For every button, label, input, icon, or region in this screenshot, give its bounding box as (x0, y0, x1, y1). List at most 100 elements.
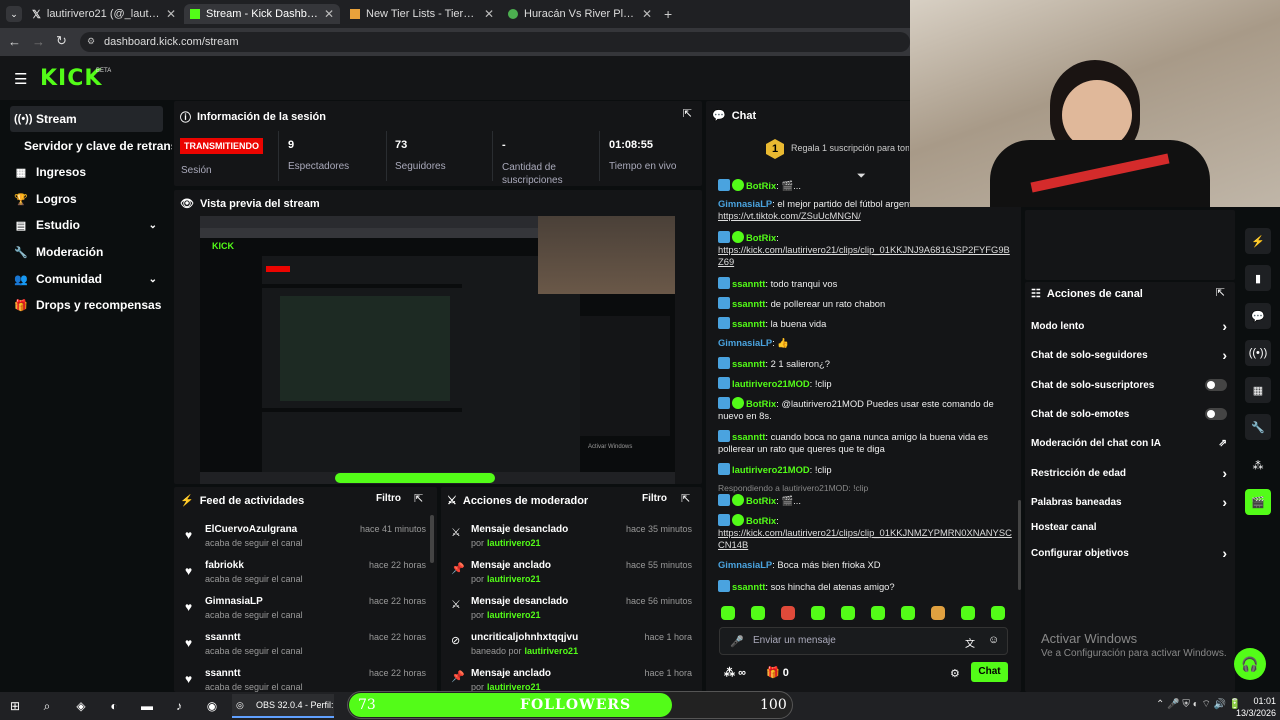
activity-filter-button[interactable]: Filtro (376, 493, 401, 504)
mod-action-user[interactable]: lautirivero21 (487, 574, 541, 584)
chat-username[interactable]: ssanntt (732, 581, 765, 592)
sidebar-item-stream[interactable]: ((•)) Stream (10, 106, 163, 132)
channel-action-row[interactable]: Moderación del chat con IA ⇗ (1031, 434, 1227, 452)
tiktok-icon[interactable]: ♪ (168, 696, 190, 716)
chat-username[interactable]: ssanntt (732, 358, 765, 369)
chat-username[interactable]: GimnasiaLP (718, 559, 772, 570)
quick-action-points[interactable]: ⁂ (1245, 452, 1271, 478)
support-headset-button[interactable]: 🎧 (1234, 648, 1266, 680)
translate-icon[interactable]: 文 (965, 635, 975, 650)
tab-kick-dashboard[interactable]: Stream - Kick Dashboard ✕ (184, 4, 340, 24)
sidebar-item-server-key[interactable]: Servidor y clave de retransm (20, 133, 172, 159)
kick-logo[interactable]: KICK (40, 66, 102, 91)
channel-action-row[interactable]: Chat de solo-suscriptores (1031, 376, 1227, 394)
search-icon[interactable]: ⌕ (36, 696, 58, 716)
close-icon[interactable]: ✕ (166, 7, 176, 21)
quick-action-bolt[interactable]: ⚡ (1245, 228, 1271, 254)
chat-username[interactable]: BotRix (746, 232, 776, 243)
channel-action-row[interactable]: Hostear canal (1031, 518, 1227, 536)
emote-icon[interactable] (931, 606, 945, 620)
site-info-icon[interactable]: ⚙ (87, 36, 95, 47)
quick-action-clip[interactable]: 🎬 (1245, 489, 1271, 515)
emoji-icon[interactable]: ☺ (988, 634, 999, 646)
toggle-switch[interactable] (1205, 379, 1227, 391)
close-icon[interactable]: ✕ (642, 7, 652, 21)
emote-icon[interactable] (841, 606, 855, 620)
channel-points[interactable]: ⁂ ∞ (724, 666, 746, 679)
popout-icon[interactable]: ⇱ (681, 492, 690, 505)
send-chat-button[interactable]: Chat (971, 662, 1008, 682)
quick-action-stream[interactable]: ((•)) (1245, 340, 1271, 366)
chat-username[interactable]: ssanntt (732, 298, 765, 309)
sidebar-item-moderacion[interactable]: 🔧 Moderación (10, 239, 163, 265)
gift-counter[interactable]: 🎁 0 (766, 666, 789, 679)
toggle-switch[interactable] (1205, 408, 1227, 420)
reload-icon[interactable]: ↻ (56, 33, 67, 49)
mic-icon[interactable]: 🎤 (730, 635, 744, 648)
chat-input[interactable]: 🎤 Enviar un mensaje 文 ☺ (719, 627, 1008, 655)
url-field[interactable]: dashboard.kick.com/stream (80, 32, 910, 52)
chat-username[interactable]: BotRix (746, 180, 776, 191)
chat-username[interactable]: ssanntt (732, 278, 765, 289)
quick-action-notes[interactable]: ▮ (1245, 265, 1271, 291)
file-explorer-icon[interactable]: ▬ (136, 696, 158, 716)
emote-icon[interactable] (811, 606, 825, 620)
emote-icon[interactable] (901, 606, 915, 620)
clock-time[interactable]: 01:01 (1236, 696, 1276, 706)
chat-username[interactable]: GimnasiaLP (718, 198, 772, 209)
sidebar-item-comunidad[interactable]: 👥 Comunidad ⌄ (10, 266, 163, 292)
channel-action-row[interactable]: Modo lento › (1031, 317, 1227, 335)
emote-icon[interactable] (781, 606, 795, 620)
tab-tiermaker[interactable]: New Tier Lists - TierMaker✕ (344, 4, 500, 24)
stream-preview-video[interactable]: KICK Activar Windows (200, 216, 675, 484)
channel-action-row[interactable]: Chat de solo-emotes (1031, 405, 1227, 423)
channel-action-row[interactable]: Configurar objetivos › (1031, 544, 1227, 562)
scrollbar[interactable] (430, 515, 434, 563)
chat-link[interactable]: https://kick.com/lautirivero21/clips/cli… (718, 527, 1012, 550)
chat-username[interactable]: BotRix (746, 495, 776, 506)
channel-action-row[interactable]: Restricción de edad › (1031, 464, 1227, 482)
tab-search-icon[interactable]: ⌄ (6, 6, 22, 22)
channel-action-row[interactable]: Chat de solo-seguidores › (1031, 346, 1227, 364)
mod-action-user[interactable]: lautirivero21 (525, 646, 579, 656)
quick-action-layout[interactable]: ▦ (1245, 377, 1271, 403)
back-icon[interactable]: ← (8, 34, 21, 49)
chat-scrollbar[interactable] (1018, 500, 1021, 590)
chat-username[interactable]: BotRix (746, 515, 776, 526)
channel-action-row[interactable]: Palabras baneadas › (1031, 493, 1227, 511)
chat-username[interactable]: BotRix (746, 398, 776, 409)
clock-date[interactable]: 13/3/2026 (1226, 708, 1276, 718)
chrome-icon[interactable]: ◉ (201, 696, 223, 716)
sidebar-item-ingresos[interactable]: ▦ Ingresos (10, 159, 163, 185)
chat-username[interactable]: ssanntt (732, 431, 765, 442)
popout-icon[interactable]: ⇱ (683, 107, 692, 120)
sidebar-item-estudio[interactable]: ▤ Estudio ⌄ (10, 212, 163, 238)
chat-link[interactable]: https://vt.tiktok.com/ZSuUcMNGN/ (718, 210, 861, 221)
emote-icon[interactable] (721, 606, 735, 620)
obs-taskbar-item[interactable]: ◎OBS 32.0.4 - Perfil: ... (232, 694, 334, 718)
emote-icon[interactable] (961, 606, 975, 620)
sidebar-item-drops[interactable]: 🎁 Drops y recompensas (10, 292, 163, 318)
close-icon[interactable]: ✕ (484, 7, 494, 21)
gift-sub-banner[interactable]: Regala 1 suscripción para toma (791, 143, 909, 153)
chat-username[interactable]: lautirivero21MOD (732, 378, 810, 389)
tab-huracan-river[interactable]: Huracán Vs River Plate - Alinea✕ (502, 4, 658, 24)
close-icon[interactable]: ✕ (324, 7, 334, 21)
chat-link[interactable]: https://kick.com/lautirivero21/clips/cli… (718, 244, 1010, 267)
edge-icon[interactable]: ◐ (103, 696, 125, 716)
chat-settings-icon[interactable]: ⚙ (950, 667, 960, 680)
chat-username[interactable]: ssanntt (732, 318, 765, 329)
emote-icon[interactable] (751, 606, 765, 620)
mod-action-user[interactable]: lautirivero21 (487, 610, 541, 620)
menu-icon[interactable]: ☰ (14, 70, 27, 88)
tab-x[interactable]: 𝕏lautirivero21 (@_lautiriveroo) /✕ (26, 4, 182, 24)
windows-start-icon[interactable]: ⊞ (4, 696, 26, 716)
emote-icon[interactable] (991, 606, 1005, 620)
new-tab-icon[interactable]: + (664, 6, 672, 22)
popout-icon[interactable]: ⇱ (1216, 286, 1225, 299)
mod-filter-button[interactable]: Filtro (642, 493, 667, 504)
emote-icon[interactable] (871, 606, 885, 620)
quick-action-tools[interactable]: 🔧 (1245, 414, 1271, 440)
quick-action-chat[interactable]: 💬 (1245, 303, 1271, 329)
sidebar-item-logros[interactable]: 🏆 Logros (10, 186, 163, 212)
